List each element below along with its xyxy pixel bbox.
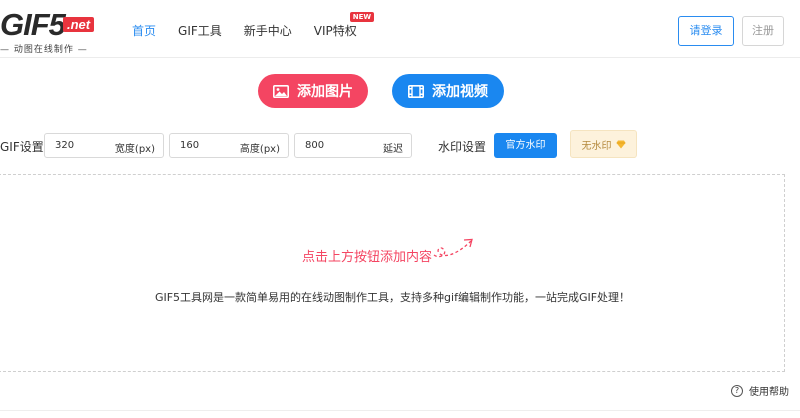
- height-unit: 高度(px): [239, 144, 280, 155]
- login-button[interactable]: 请登录: [678, 16, 734, 46]
- no-watermark-label: 无水印: [581, 140, 612, 152]
- nav-item-gif-tools[interactable]: GIF工具: [178, 22, 222, 39]
- film-icon: [408, 84, 424, 98]
- logo-tagline: — 动图在线制作 —: [0, 45, 88, 55]
- add-content-hint: 点击上方按钮添加内容: [302, 250, 433, 265]
- bottom-divider: [0, 410, 800, 411]
- nav-item-home[interactable]: 首页: [132, 22, 156, 39]
- gif-settings-row: GIF设置: 320 宽度(px) 160 高度(px) 800 延迟 水印设置…: [0, 130, 800, 158]
- help-link[interactable]: ? 使用帮助: [731, 383, 789, 398]
- width-value: 320: [55, 140, 75, 151]
- site-logo[interactable]: GIF5 .net — 动图在线制作 —: [0, 7, 100, 55]
- delay-unit: 延迟: [383, 144, 403, 155]
- height-value: 160: [180, 140, 200, 151]
- top-header: GIF5 .net — 动图在线制作 — 首页 GIF工具 新手中心 VIP特权…: [0, 0, 800, 58]
- add-image-label: 添加图片: [297, 84, 353, 100]
- gif-settings-label: GIF设置:: [0, 140, 48, 154]
- add-video-button[interactable]: 添加视频: [392, 74, 504, 108]
- no-watermark-button[interactable]: 无水印: [570, 130, 637, 158]
- watermark-settings-label: 水印设置: [438, 140, 487, 154]
- width-input[interactable]: 320 宽度(px): [44, 133, 164, 158]
- official-watermark-button[interactable]: 官方水印: [494, 133, 557, 158]
- height-input[interactable]: 160 高度(px): [169, 133, 289, 158]
- add-video-label: 添加视频: [432, 84, 488, 100]
- register-button[interactable]: 注册: [742, 16, 784, 46]
- help-label: 使用帮助: [749, 387, 789, 398]
- question-icon: ?: [731, 384, 743, 397]
- diamond-icon: [616, 140, 625, 148]
- logo-text: GIF5: [0, 7, 66, 42]
- nav-item-vip[interactable]: VIP特权 NEW: [313, 12, 375, 39]
- site-description: GIF5工具网是一款简单易用的在线动图制作工具，支持多种gif编辑制作功能，一站…: [154, 291, 631, 304]
- main-nav: 首页 GIF工具 新手中心 VIP特权 NEW: [132, 12, 379, 39]
- logo-net-badge: .net: [63, 17, 95, 32]
- image-icon: [273, 84, 289, 98]
- curly-arrow-icon: [433, 238, 473, 258]
- delay-input[interactable]: 800 延迟: [294, 133, 412, 158]
- nav-item-vip-label: VIP特权: [313, 24, 357, 38]
- add-image-button[interactable]: 添加图片: [258, 74, 368, 108]
- width-unit: 宽度(px): [114, 144, 155, 155]
- nav-item-beginner-center[interactable]: 新手中心: [244, 22, 292, 39]
- delay-value: 800: [305, 140, 325, 151]
- drop-zone[interactable]: 点击上方按钮添加内容 GIF5工具网是一款简单易用的在线动图制作工具，支持多种g…: [0, 174, 785, 372]
- new-badge: NEW: [349, 12, 375, 22]
